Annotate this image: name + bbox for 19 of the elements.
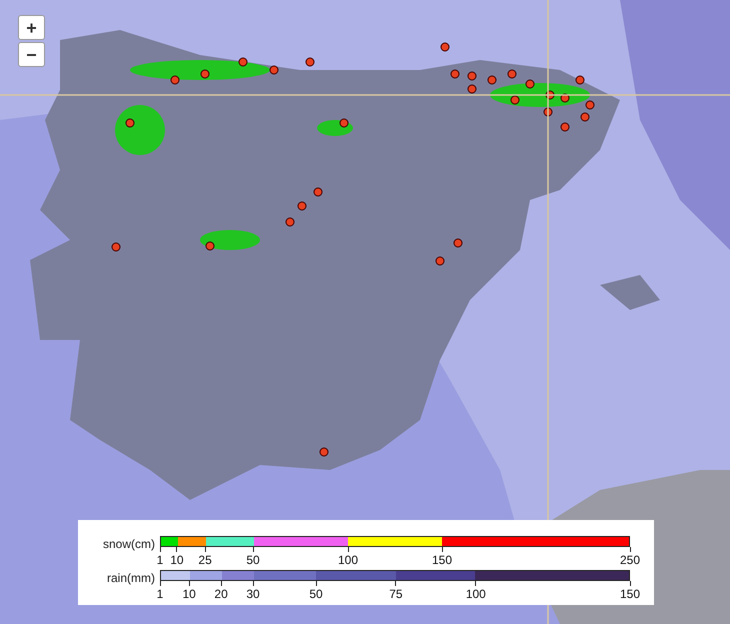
tick-label: 250: [620, 553, 640, 567]
tick-label: 50: [246, 553, 260, 567]
tick-label: 30: [246, 587, 260, 601]
tick-label: 75: [389, 587, 403, 601]
tick-label: 50: [309, 587, 323, 601]
tick-label: 100: [338, 553, 358, 567]
tick-label: 100: [466, 587, 486, 601]
tick-label: 150: [620, 587, 640, 601]
tick-label: 10: [182, 587, 196, 601]
zoom-out-button[interactable]: −: [18, 42, 45, 67]
tick-label: 150: [432, 553, 452, 567]
scale-label: snow(cm): [102, 536, 156, 551]
scale-label: rain(mm): [106, 570, 156, 585]
tick-label: 10: [170, 553, 184, 567]
tick-label: 20: [214, 587, 228, 601]
tick-label: 1: [156, 553, 164, 567]
zoom-in-button[interactable]: +: [18, 15, 45, 40]
tick-label: 1: [156, 587, 164, 601]
tick-label: 25: [198, 553, 212, 567]
